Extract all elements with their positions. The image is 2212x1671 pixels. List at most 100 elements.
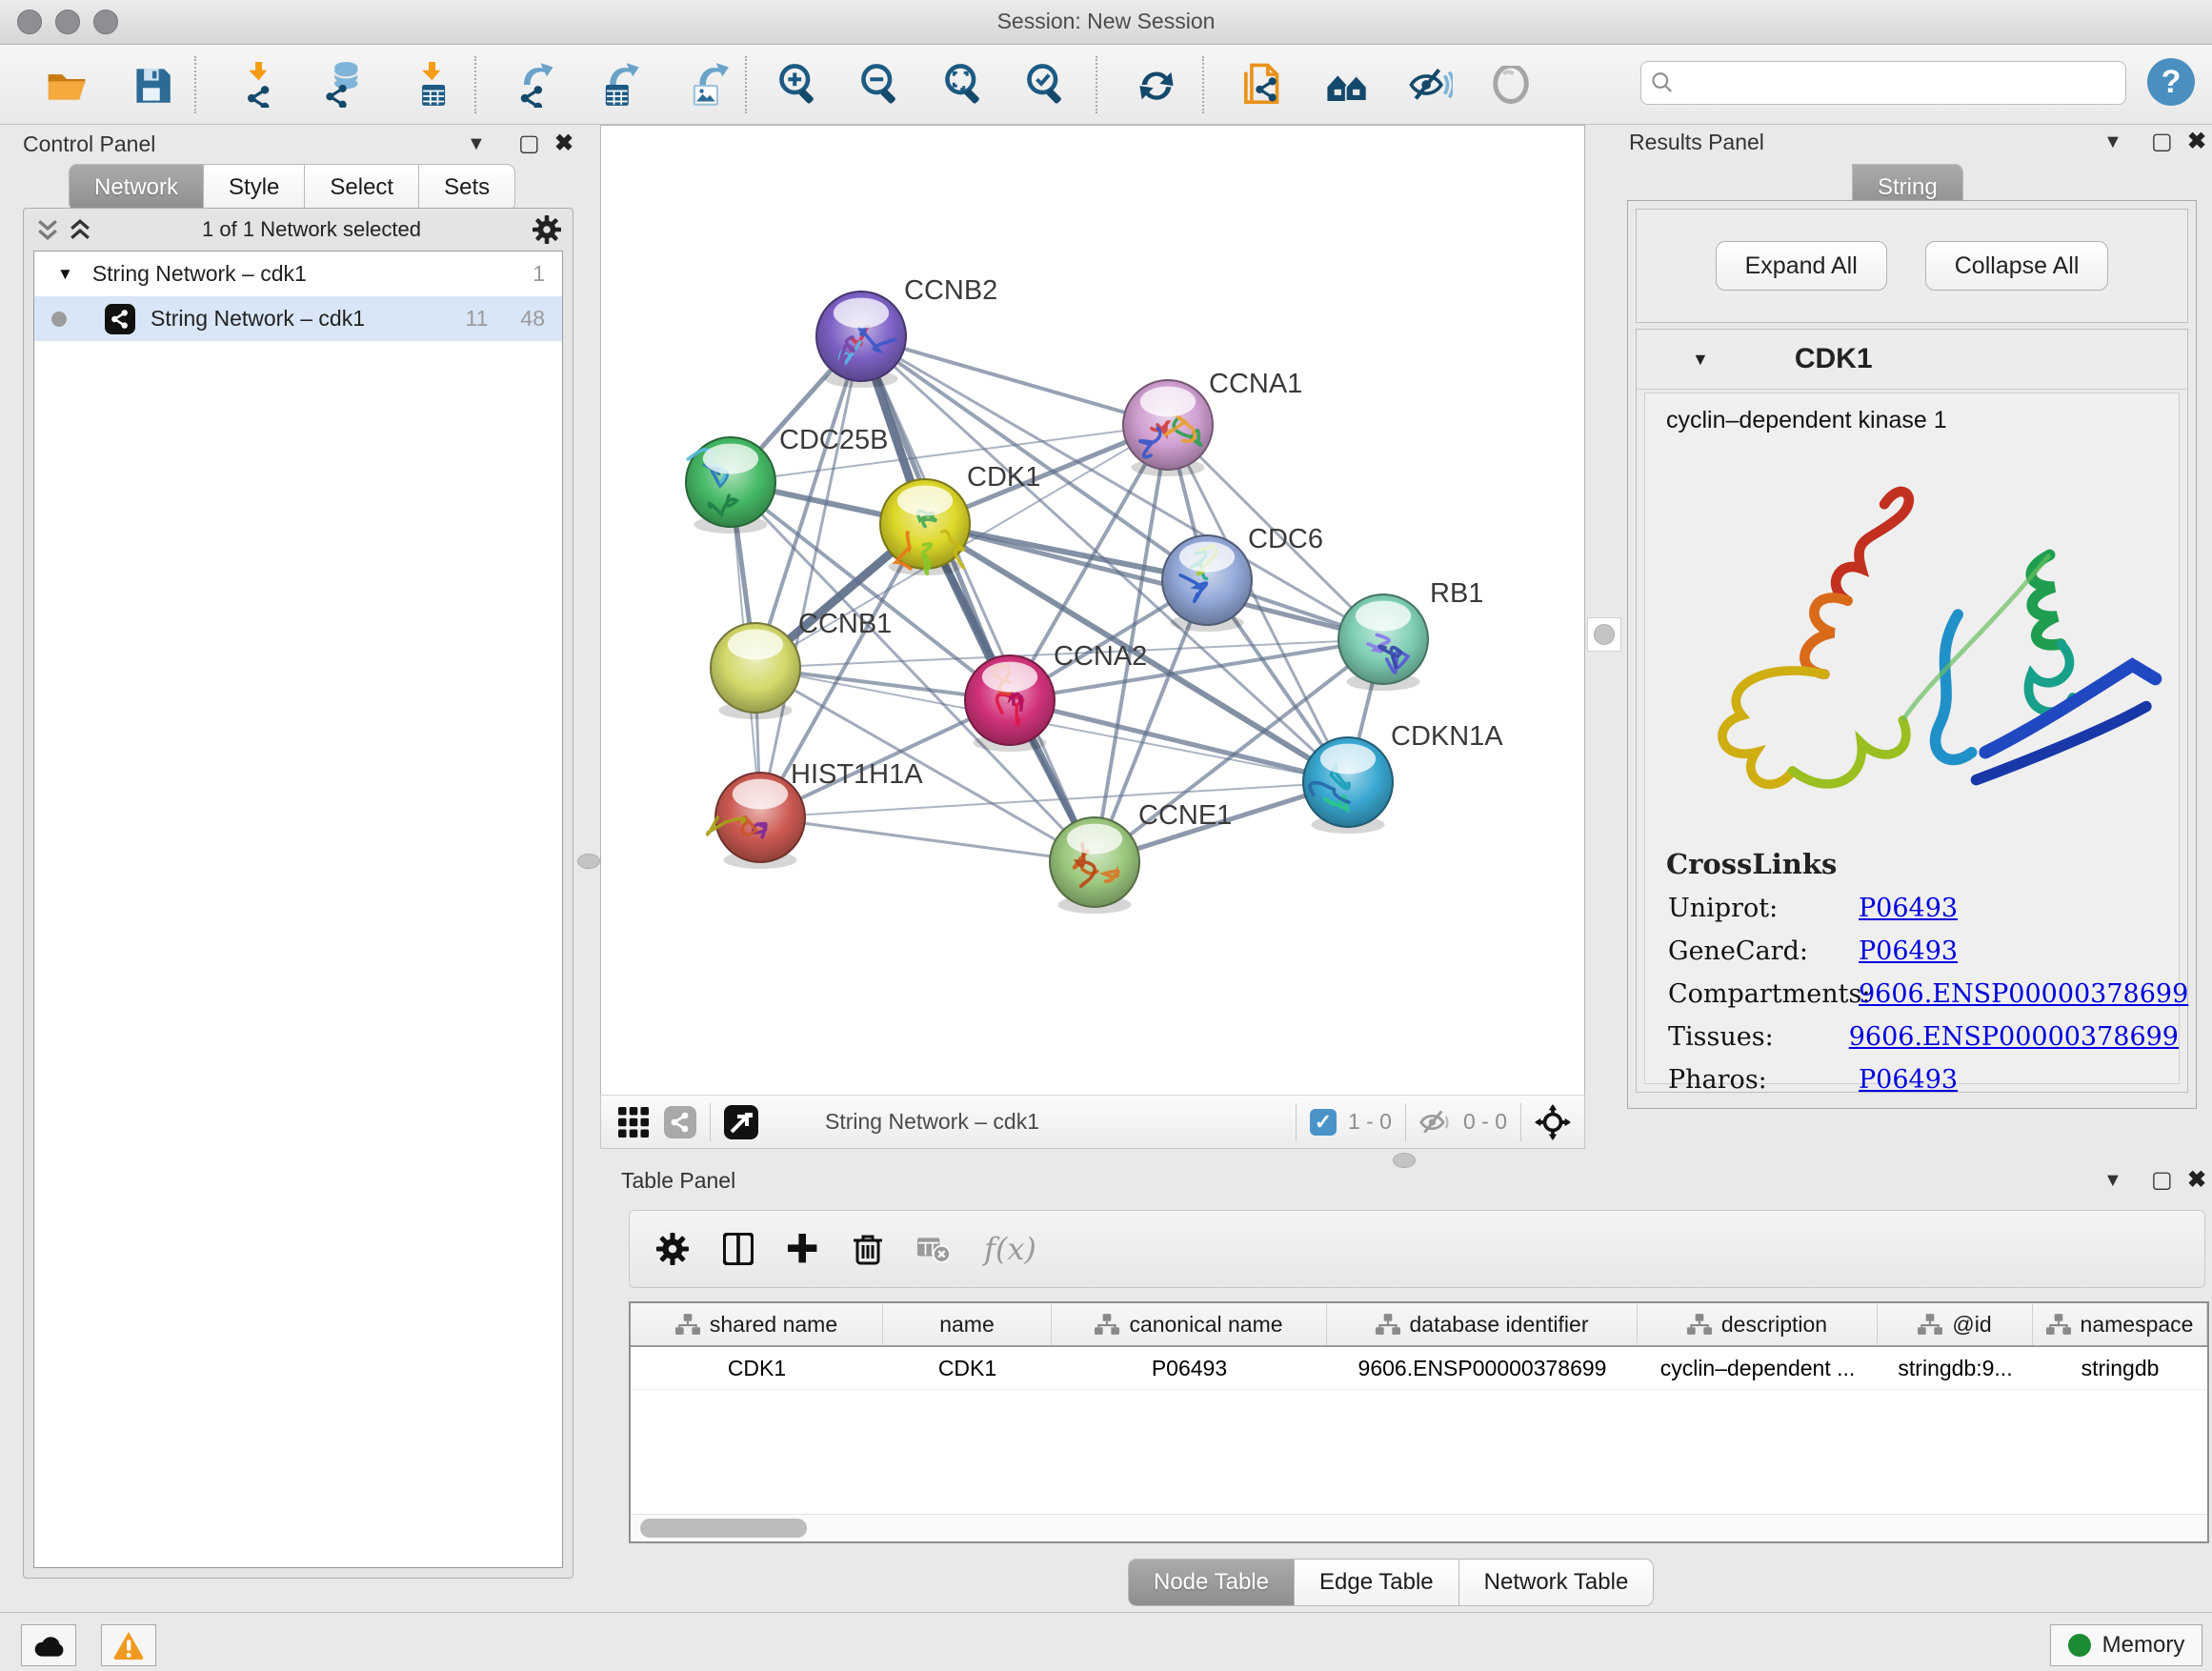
- network-edge[interactable]: [861, 336, 1168, 425]
- help-button[interactable]: ?: [2147, 58, 2195, 106]
- section-expander-icon[interactable]: ▼: [1692, 350, 1709, 370]
- crosslink-link[interactable]: P06493: [1859, 936, 1958, 966]
- function-builder-icon[interactable]: f(x): [984, 1231, 1036, 1267]
- results-panel-float-icon[interactable]: ▢: [2151, 128, 2173, 155]
- hide-panel-button[interactable]: [1402, 58, 1459, 111]
- table-cell[interactable]: stringdb:9...: [1878, 1347, 2033, 1389]
- results-panel-close-icon[interactable]: ✖: [2187, 128, 2206, 155]
- tab-node-table[interactable]: Node Table: [1128, 1559, 1295, 1606]
- column-header-shared-name[interactable]: shared name: [631, 1303, 883, 1345]
- network-node-cdkn1a[interactable]: CDKN1A: [1303, 721, 1503, 834]
- collapse-all-button[interactable]: Collapse All: [1925, 241, 2109, 291]
- add-column-icon[interactable]: [788, 1234, 818, 1264]
- control-panel-close-icon[interactable]: ✖: [554, 130, 573, 157]
- clone-network-button[interactable]: [1235, 58, 1292, 111]
- zoom-fit-button[interactable]: [937, 58, 995, 111]
- table-cell[interactable]: stringdb: [2033, 1347, 2207, 1389]
- control-panel-menu-icon[interactable]: ▼: [467, 133, 486, 155]
- save-session-button[interactable]: [124, 58, 181, 111]
- delete-column-icon[interactable]: [853, 1233, 883, 1265]
- cloud-icon: [31, 1630, 66, 1661]
- control-panel-float-icon[interactable]: ▢: [518, 130, 540, 157]
- tab-edge-table[interactable]: Edge Table: [1295, 1559, 1459, 1606]
- delete-table-icon[interactable]: [917, 1236, 950, 1262]
- table-row[interactable]: CDK1CDK1P064939606.ENSP00000378699cyclin…: [631, 1347, 2207, 1390]
- table-cell[interactable]: 9606.ENSP00000378699: [1327, 1347, 1638, 1389]
- cloud-button[interactable]: [21, 1624, 76, 1666]
- search-input[interactable]: [1674, 70, 2116, 96]
- crosslink-link[interactable]: 9606.ENSP00000378699: [1859, 979, 2188, 1009]
- network-node-cdc6[interactable]: CDC6: [1162, 524, 1323, 632]
- left-splitter-handle[interactable]: [577, 854, 600, 869]
- eye-button[interactable]: [1482, 58, 1539, 111]
- bottom-splitter-handle[interactable]: [1393, 1153, 1416, 1168]
- crosslink-row: Tissues:9606.ENSP00000378699: [1668, 1022, 2179, 1052]
- table-horizontal-scrollbar[interactable]: [631, 1514, 2207, 1541]
- table-cell[interactable]: cyclin–dependent ...: [1638, 1347, 1878, 1389]
- table-panel-close-icon[interactable]: ✖: [2187, 1166, 2206, 1194]
- crosslink-link[interactable]: P06493: [1859, 894, 1958, 923]
- import-network-database-button[interactable]: [314, 58, 372, 111]
- column-header--id[interactable]: @id: [1878, 1303, 2033, 1345]
- network-view-icon[interactable]: [664, 1106, 696, 1138]
- table-panel-menu-icon[interactable]: ▼: [2103, 1170, 2122, 1192]
- crosslink-link[interactable]: 9606.ENSP00000378699: [1849, 1022, 2179, 1052]
- tab-style[interactable]: Style: [204, 164, 305, 211]
- zoom-in-button[interactable]: [772, 58, 829, 111]
- import-network-button[interactable]: [231, 58, 288, 111]
- table-panel-float-icon[interactable]: ▢: [2151, 1166, 2173, 1194]
- table-cell[interactable]: CDK1: [631, 1347, 883, 1389]
- network-node-rb1[interactable]: RB1: [1338, 578, 1483, 691]
- tab-network-table[interactable]: Network Table: [1459, 1559, 1655, 1606]
- column-header-database-identifier[interactable]: database identifier: [1327, 1303, 1638, 1345]
- network-row[interactable]: String Network – cdk1 11 48: [34, 296, 562, 341]
- selected-checkbox-icon[interactable]: ✓: [1310, 1109, 1337, 1136]
- memory-button[interactable]: Memory: [2050, 1624, 2202, 1666]
- results-panel-menu-icon[interactable]: ▼: [2103, 131, 2122, 153]
- open-session-button[interactable]: [38, 58, 95, 111]
- column-header-description[interactable]: description: [1638, 1303, 1878, 1345]
- expand-all-icon[interactable]: [70, 219, 90, 240]
- collapse-all-icon[interactable]: [37, 219, 58, 240]
- table-settings-gear-icon[interactable]: [656, 1233, 689, 1265]
- right-splitter-handle[interactable]: [1587, 617, 1621, 652]
- expand-all-button[interactable]: Expand All: [1716, 241, 1887, 291]
- import-table-button[interactable]: [404, 58, 461, 111]
- export-image-button[interactable]: [678, 58, 735, 111]
- gear-icon[interactable]: [533, 215, 561, 244]
- grid-view-icon[interactable]: [618, 1107, 649, 1137]
- string-home-button[interactable]: [1318, 58, 1376, 111]
- column-header-canonical-name[interactable]: canonical name: [1052, 1303, 1327, 1345]
- export-network-button[interactable]: [507, 58, 564, 111]
- network-node-ccna1[interactable]: CCNA1: [1123, 369, 1302, 476]
- network-node-ccne1[interactable]: CCNE1: [1050, 800, 1232, 914]
- tab-sets[interactable]: Sets: [419, 164, 515, 211]
- node-section-header[interactable]: ▼ CDK1: [1637, 330, 2187, 390]
- export-table-button[interactable]: [591, 58, 648, 111]
- crosslink-link[interactable]: P06493: [1859, 1065, 1958, 1095]
- table-cell[interactable]: CDK1: [883, 1347, 1052, 1389]
- column-header-name[interactable]: name: [883, 1303, 1052, 1345]
- eye-slash-icon: [1409, 66, 1453, 104]
- fit-selected-crosshair-icon[interactable]: [1535, 1104, 1571, 1140]
- tab-network[interactable]: Network: [69, 164, 204, 211]
- network-node-ccnb1[interactable]: CCNB1: [711, 609, 892, 719]
- warnings-button[interactable]: [101, 1624, 156, 1666]
- scrollbar-thumb[interactable]: [640, 1519, 807, 1538]
- network-edge[interactable]: [760, 336, 861, 817]
- network-collection-row[interactable]: ▼ String Network – cdk1 1: [34, 252, 562, 296]
- search-box[interactable]: [1640, 61, 2126, 105]
- refresh-button[interactable]: [1128, 58, 1185, 111]
- column-header-namespace[interactable]: namespace: [2033, 1303, 2207, 1345]
- network-canvas[interactable]: CCNB2CCNA1CDC25BCDK1CDC6RB1CCNB1CCNA2CDK…: [600, 125, 1585, 1096]
- zoom-selected-button[interactable]: [1019, 58, 1076, 111]
- zoom-out-button[interactable]: [854, 58, 911, 111]
- show-columns-icon[interactable]: [723, 1233, 754, 1265]
- network-node-cdc25b[interactable]: CDC25B: [686, 425, 888, 534]
- collection-expander-icon[interactable]: ▼: [57, 265, 73, 284]
- detach-view-icon[interactable]: [724, 1105, 758, 1139]
- hidden-eye-icon[interactable]: [1419, 1108, 1452, 1137]
- tab-select[interactable]: Select: [305, 164, 419, 211]
- table-cell[interactable]: P06493: [1052, 1347, 1327, 1389]
- network-edge[interactable]: [760, 817, 1095, 862]
